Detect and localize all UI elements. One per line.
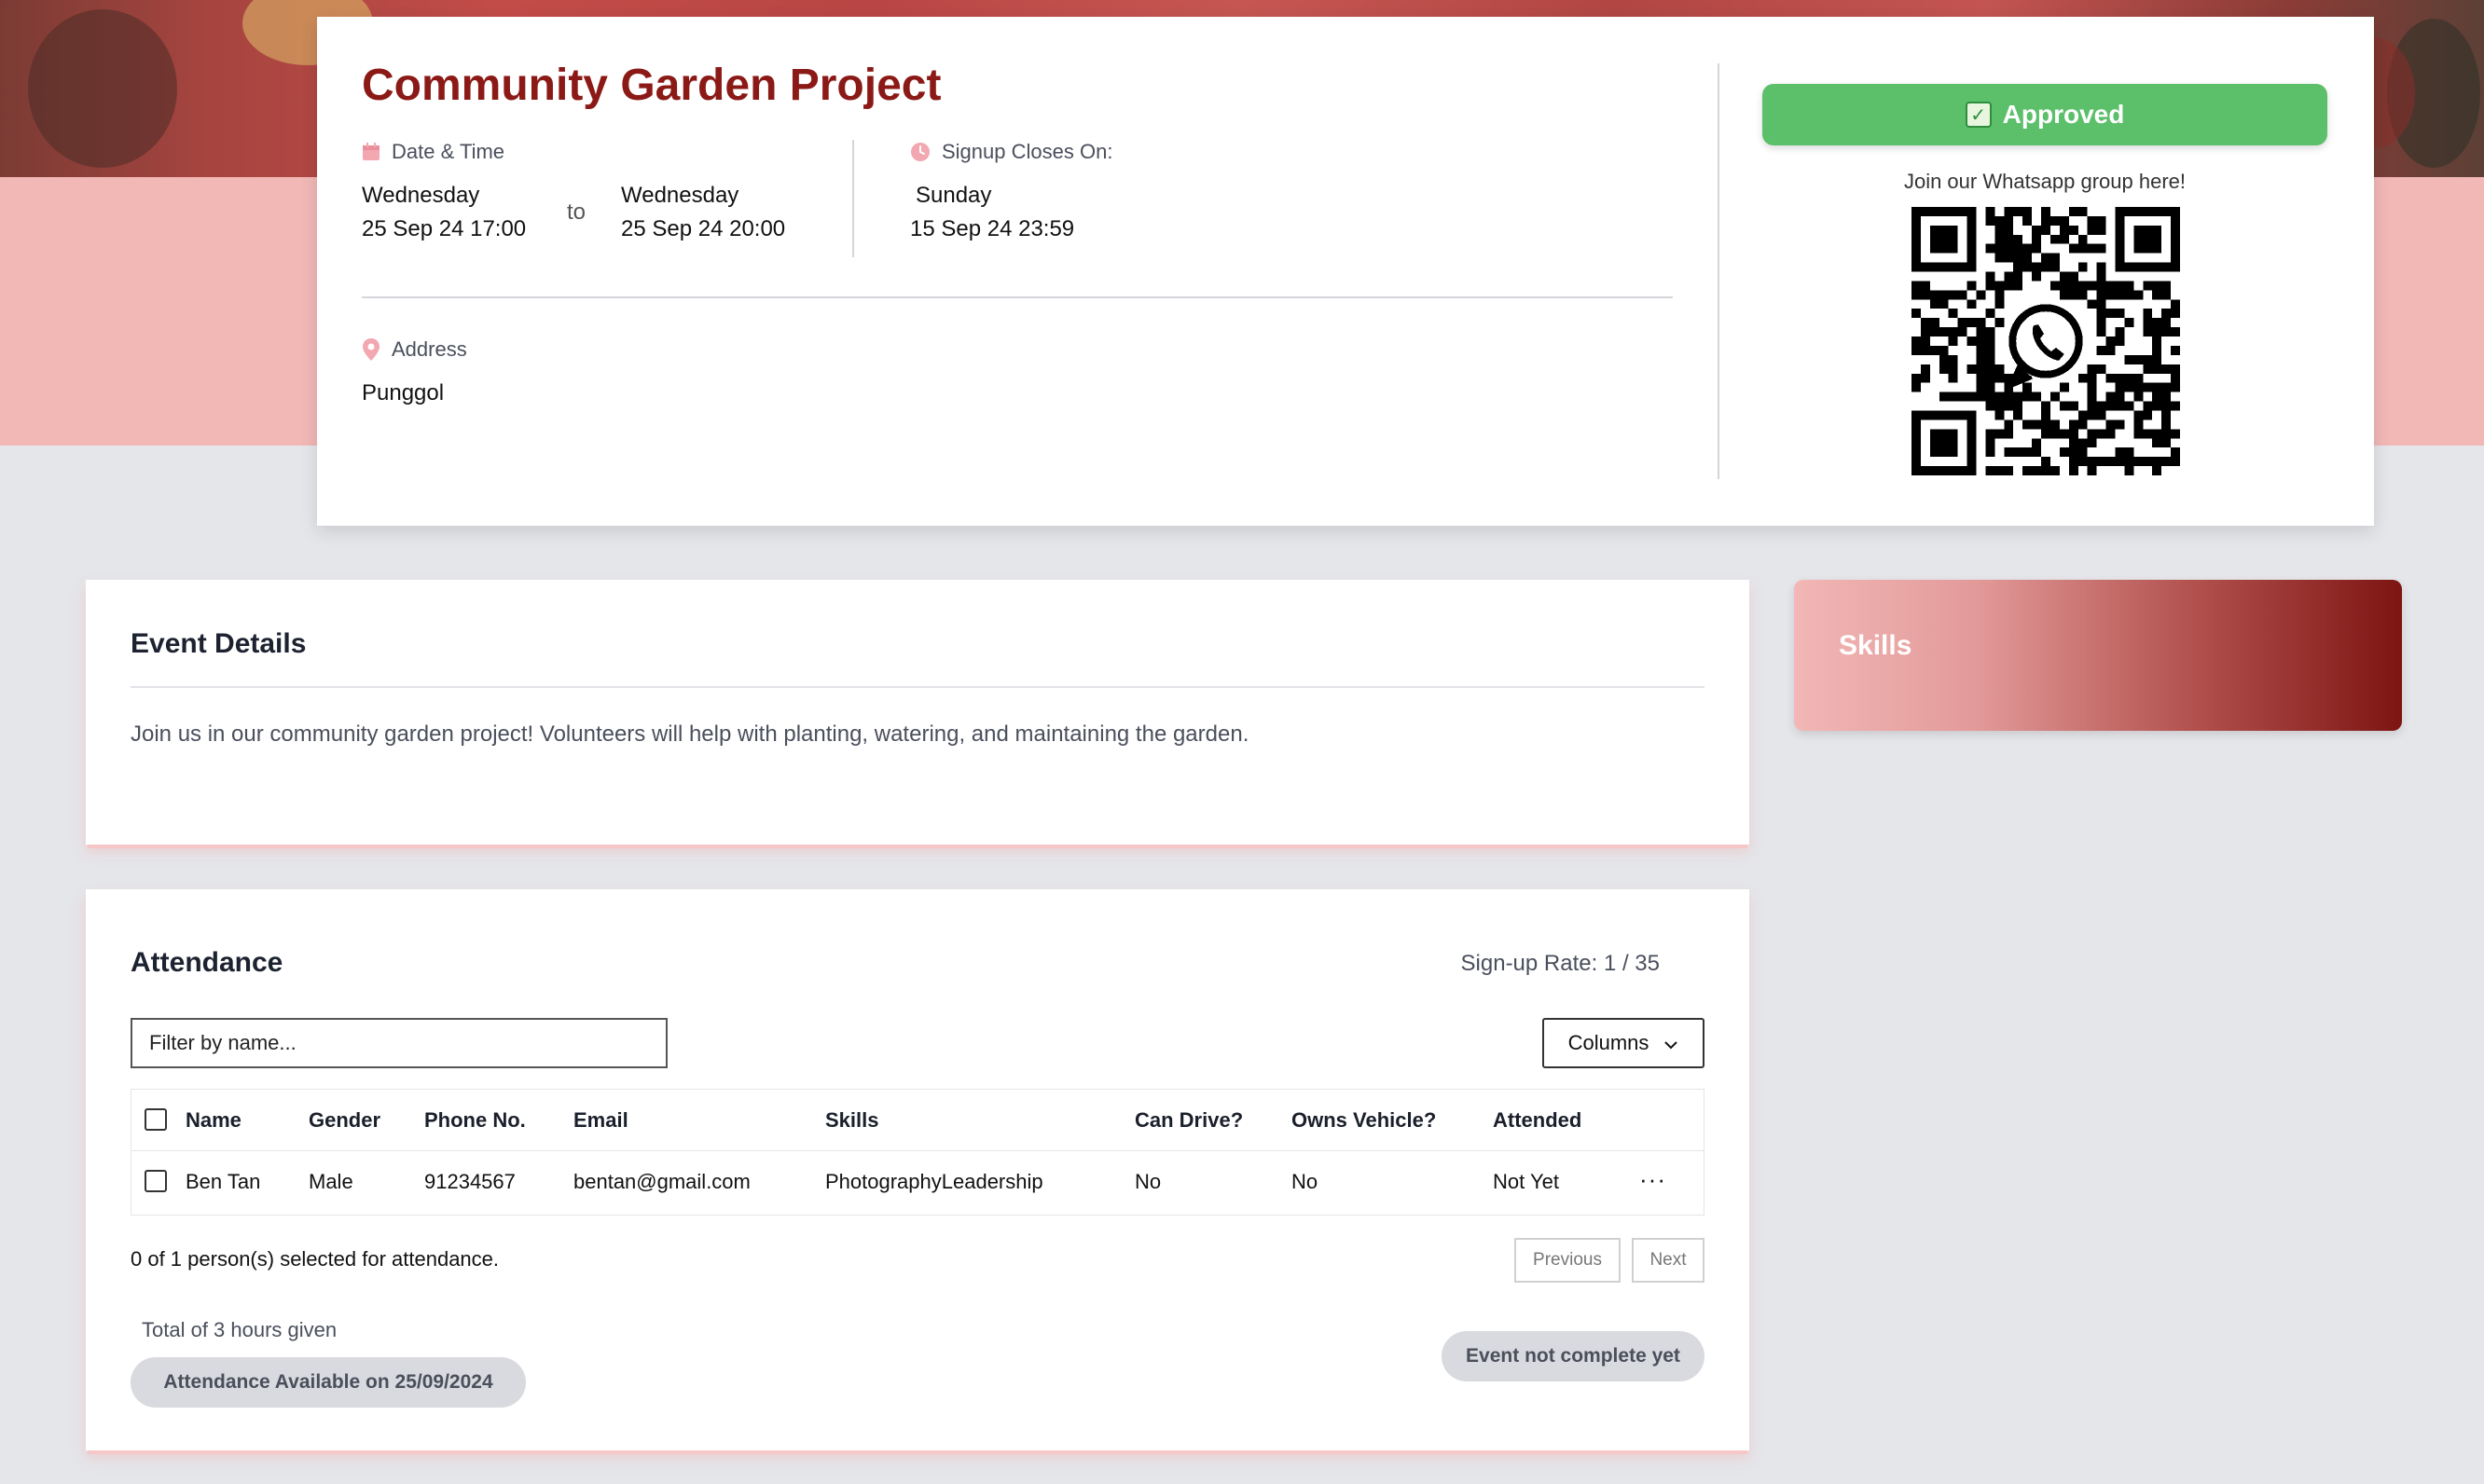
check-icon: ✓ [1965,102,1992,128]
end-datetime-value: 25 Sep 24 20:00 [621,216,786,241]
signup-closes-label: Signup Closes On: [910,140,1112,164]
end-datetime: Wednesday 25 Sep 24 20:00 [621,179,785,246]
header-can-drive[interactable]: Can Drive? [1135,1090,1243,1151]
filter-by-name-input[interactable] [131,1018,668,1068]
to-label: to [567,199,586,225]
address-divider [362,296,1673,298]
cell-email: bentan@gmail.com [573,1170,751,1193]
address-label-text: Address [392,337,467,361]
table-header-row: Name Gender Phone No. Email Skills Can D… [131,1090,1704,1151]
attendance-card: Attendance Sign-up Rate: 1 / 35 Columns … [86,889,1749,1450]
cell-phone: 91234567 [424,1170,516,1193]
end-day: Wednesday [621,183,739,208]
header-owns-vehicle[interactable]: Owns Vehicle? [1291,1090,1436,1151]
event-details-card: Event Details Join us in our community g… [86,580,1749,845]
signup-day: Sunday [916,183,992,208]
cell-owns-vehicle: No [1291,1170,1318,1193]
cell-attended: Not Yet [1493,1170,1559,1193]
signup-label-text: Signup Closes On: [942,140,1113,163]
attendance-title: Attendance [131,947,283,978]
total-hours-text: Total of 3 hours given [142,1318,338,1341]
card-column-divider [1718,63,1719,479]
whatsapp-qr-code[interactable] [1911,207,2180,475]
attendance-table: Name Gender Phone No. Email Skills Can D… [131,1089,1704,1216]
event-description: Join us in our community garden project!… [131,721,1249,747]
header-phone[interactable]: Phone No. [424,1090,526,1151]
start-datetime-value: 25 Sep 24 17:00 [362,216,527,241]
previous-page-button[interactable]: Previous [1514,1238,1621,1283]
whatsapp-group-text: Join our Whatsapp group here! [1903,170,2187,193]
row-select-checkbox[interactable] [145,1170,167,1192]
clock-icon [910,142,931,162]
select-all-checkbox[interactable] [145,1108,167,1131]
event-summary-card: Community Garden Project Date & Time Wed… [317,17,2374,526]
start-datetime: Wednesday 25 Sep 24 17:00 [362,179,526,246]
chevron-down-icon [1663,1031,1678,1055]
skills-card: Skills [1794,580,2402,731]
header-email[interactable]: Email [573,1090,628,1151]
address-label: Address [362,337,467,362]
address-value: Punggol [362,380,445,405]
columns-label: Columns [1567,1031,1649,1054]
header-attended[interactable]: Attended [1493,1090,1581,1151]
selection-count-text: 0 of 1 person(s) selected for attendance… [131,1247,500,1271]
next-page-button[interactable]: Next [1632,1238,1704,1283]
approved-status-button[interactable]: ✓ Approved [1762,84,2327,145]
event-title: Community Garden Project [362,61,942,110]
signup-closes-datetime: Sunday 15 Sep 24 23:59 [910,179,1074,246]
date-time-label-text: Date & Time [392,140,505,163]
event-not-complete-badge[interactable]: Event not complete yet [1442,1331,1704,1381]
cell-skills: PhotographyLeadership [825,1170,1043,1193]
start-day: Wednesday [362,183,480,208]
header-gender[interactable]: Gender [309,1090,380,1151]
date-time-label: Date & Time [362,140,504,164]
event-details-title: Event Details [131,628,307,659]
skills-title: Skills [1839,630,1912,661]
signup-datetime-value: 15 Sep 24 23:59 [910,216,1075,241]
columns-button[interactable]: Columns [1542,1018,1704,1068]
signup-rate: Sign-up Rate: 1 / 35 [1460,951,1660,976]
cell-name: Ben Tan [186,1170,261,1193]
table-row[interactable]: Ben Tan Male 91234567 bentan@gmail.com P… [131,1151,1704,1213]
row-actions-more-icon[interactable]: ··· [1639,1151,1666,1213]
approved-label: Approved [2002,100,2125,129]
attendance-available-badge[interactable]: Attendance Available on 25/09/2024 [131,1357,526,1408]
meta-divider [852,140,854,257]
cell-gender: Male [309,1170,353,1193]
details-divider [131,686,1704,688]
location-pin-icon [362,338,380,361]
header-skills[interactable]: Skills [825,1090,878,1151]
cell-can-drive: No [1135,1170,1162,1193]
calendar-icon [362,143,380,161]
header-name[interactable]: Name [186,1090,242,1151]
